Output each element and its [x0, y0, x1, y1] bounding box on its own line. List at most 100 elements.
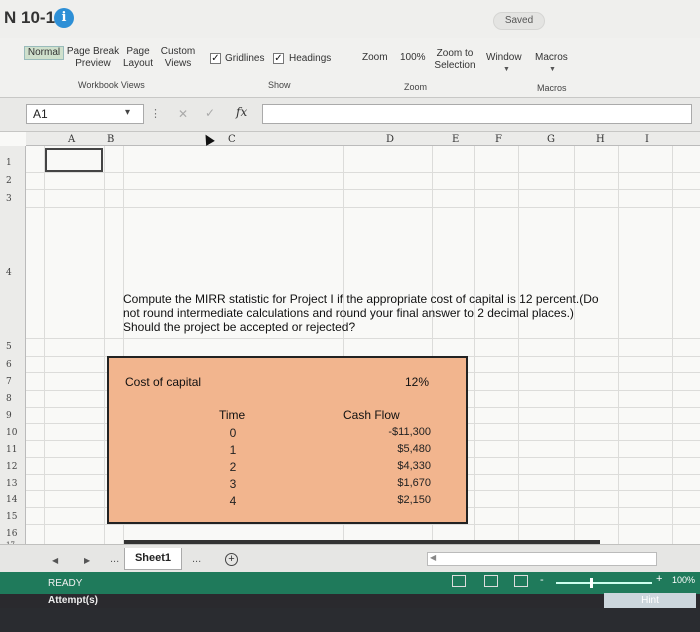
window-button[interactable]: Window — [486, 52, 522, 64]
column-header-i[interactable]: I — [645, 134, 649, 145]
row-header-5[interactable]: 5 — [6, 342, 12, 352]
zoom-to-label-1: Zoom to — [436, 48, 474, 59]
row-header-16[interactable]: 16 — [6, 529, 17, 539]
zoom-100-button[interactable]: 100% — [400, 52, 426, 64]
page-break-preview-button[interactable]: Page Break Preview — [66, 46, 120, 70]
show-group-label: Show — [268, 80, 291, 90]
gridlines-checkbox[interactable]: ✓ — [210, 53, 221, 64]
cash-flow-header: Cash Flow — [343, 408, 400, 422]
view-ribbon: Normal Page Break Preview Page Layout Cu… — [0, 38, 700, 98]
page-layout-view-icon[interactable] — [484, 575, 498, 587]
zoom-out-icon[interactable]: - — [540, 574, 544, 586]
normal-view-button[interactable]: Normal — [24, 46, 64, 60]
gridline — [474, 146, 475, 544]
row-header-1[interactable]: 1 — [6, 158, 12, 168]
page-break-view-icon[interactable] — [514, 575, 528, 587]
scroll-left-icon[interactable]: ◀ — [430, 553, 436, 562]
gridline — [26, 172, 700, 173]
row-header-14[interactable]: 14 — [6, 495, 17, 505]
enter-check-icon[interactable]: ✓ — [205, 106, 215, 120]
time-value: 1 — [229, 443, 237, 457]
zoom-level: 100% — [672, 575, 696, 585]
gridline — [618, 146, 619, 544]
cost-of-capital-value: 12% — [405, 375, 430, 389]
window-dropdown-icon: ▼ — [503, 66, 510, 73]
gridline — [518, 146, 519, 544]
macros-group-label: Macros — [537, 83, 567, 93]
macros-dropdown-icon: ▼ — [549, 66, 556, 73]
title-bar — [0, 0, 700, 38]
custom-views-label-2: Views — [164, 58, 192, 69]
ready-status: READY — [48, 578, 83, 589]
row-header-9[interactable]: 9 — [6, 411, 12, 421]
chevron-down-icon[interactable]: ▾ — [125, 107, 130, 118]
gridline — [104, 146, 105, 544]
row-header-10[interactable]: 10 — [6, 428, 17, 438]
row-header-7[interactable]: 7 — [6, 377, 12, 387]
workbook-views-group-label: Workbook Views — [78, 80, 145, 90]
gridlines-label: Gridlines — [225, 53, 265, 64]
more-sheets-ellipsis[interactable]: ... — [192, 553, 201, 565]
gridline — [26, 207, 700, 208]
screen-bezel — [0, 608, 700, 632]
time-value: 4 — [229, 494, 237, 508]
sheet-nav-ellipsis[interactable]: ... — [110, 553, 119, 565]
page-break-label-2: Preview — [75, 58, 111, 69]
zoom-button[interactable]: Zoom — [362, 52, 388, 64]
screen: N 10-18 i Saved Normal Page Break Previe… — [0, 0, 700, 632]
zoom-in-icon[interactable]: + — [656, 573, 662, 585]
page-layout-label-2: Layout — [122, 58, 154, 69]
zoom-slider-thumb[interactable] — [590, 578, 593, 588]
column-header-g[interactable]: G — [547, 134, 555, 145]
column-header-h[interactable]: H — [596, 134, 605, 145]
row-header-4[interactable]: 4 — [6, 268, 12, 278]
add-sheet-icon[interactable]: + — [225, 553, 238, 566]
gridline — [44, 146, 45, 544]
row-header-15[interactable]: 15 — [6, 512, 17, 522]
next-sheet-icon[interactable]: ▶ — [84, 556, 90, 565]
row-header-11[interactable]: 11 — [6, 445, 17, 455]
normal-view-icon[interactable] — [452, 575, 466, 587]
headings-checkbox[interactable]: ✓ — [273, 53, 284, 64]
row-header-3[interactable]: 3 — [6, 194, 12, 204]
column-header-e[interactable]: E — [452, 134, 459, 145]
row-header-2[interactable]: 2 — [6, 176, 12, 186]
page-break-label-1: Page Break — [66, 46, 120, 57]
horizontal-scrollbar[interactable] — [427, 552, 657, 566]
cancel-icon[interactable]: ✕ — [178, 107, 188, 121]
formula-input[interactable] — [262, 104, 692, 124]
tab-sheet1[interactable]: Sheet1 — [124, 548, 182, 570]
attempts-bar — [0, 594, 700, 608]
cash-flow-value: $5,480 — [397, 443, 431, 455]
row-header-6[interactable]: 6 — [6, 360, 12, 370]
gridline — [574, 146, 575, 544]
gridline — [26, 189, 700, 190]
previous-sheet-icon[interactable]: ◀ — [52, 556, 58, 565]
page-layout-label-1: Page — [126, 46, 150, 57]
data-table-box: Cost of capital 12% Time Cash Flow 0 1 2… — [107, 356, 468, 524]
zoom-slider[interactable] — [556, 582, 652, 584]
selected-cell-a1[interactable] — [45, 148, 103, 172]
row-header-12[interactable]: 12 — [6, 462, 17, 472]
custom-views-button[interactable]: Custom Views — [158, 46, 198, 70]
cost-of-capital-label: Cost of capital — [125, 375, 202, 389]
column-header-b[interactable]: B — [107, 134, 114, 145]
column-header-a[interactable]: A — [68, 134, 75, 145]
column-header-f[interactable]: F — [495, 134, 502, 145]
saved-status-badge: Saved — [493, 12, 545, 30]
attempts-label: Attempt(s) — [48, 595, 98, 606]
row-header-13[interactable]: 13 — [6, 479, 17, 489]
cash-flow-value: $4,330 — [397, 460, 431, 472]
custom-views-label-1: Custom — [160, 46, 196, 57]
zoom-to-selection-button[interactable]: Zoom to Selection — [432, 48, 478, 72]
column-header-c[interactable]: C — [228, 134, 236, 145]
gridline — [672, 146, 673, 544]
hint-button[interactable]: Hint — [604, 593, 696, 609]
info-icon[interactable]: i — [54, 8, 74, 28]
insert-function-icon[interactable]: fx — [236, 105, 247, 119]
row-header-8[interactable]: 8 — [6, 394, 12, 404]
time-value: 0 — [229, 426, 237, 440]
column-header-d[interactable]: D — [386, 134, 394, 145]
page-layout-button[interactable]: Page Layout — [120, 46, 156, 70]
macros-button[interactable]: Macros — [535, 52, 568, 64]
